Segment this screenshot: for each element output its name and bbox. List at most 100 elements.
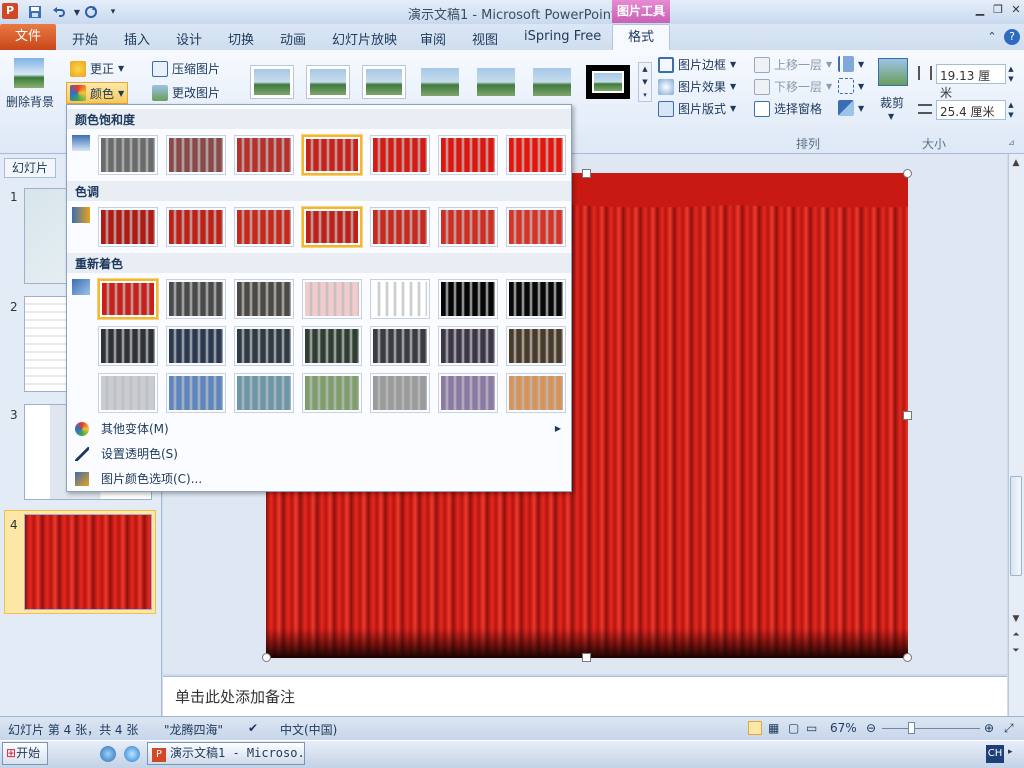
picture-style-5[interactable] — [474, 65, 518, 99]
crop-button[interactable]: 裁剪 — [880, 94, 904, 111]
restore-icon[interactable]: ❐ — [990, 3, 1006, 17]
tray-arrow-icon[interactable]: ▸ — [1008, 747, 1020, 761]
resize-handle-top-right[interactable] — [903, 169, 912, 178]
recolor-row2-swatch-7[interactable] — [506, 326, 566, 366]
width-input[interactable]: 25.4 厘米 — [936, 100, 1006, 120]
recolor-row2-swatch-4[interactable] — [302, 326, 362, 366]
recolor-row1-swatch-5[interactable] — [370, 279, 430, 319]
selection-pane-button[interactable]: 选择窗格 — [754, 100, 822, 117]
start-button[interactable]: ⊞开始 — [2, 742, 48, 765]
tab-format[interactable]: 格式 — [612, 24, 670, 51]
height-spinner[interactable]: ▲ ▼ — [1004, 64, 1018, 84]
recolor-row3-swatch-7[interactable] — [506, 373, 566, 413]
close-icon[interactable]: ✕ — [1008, 3, 1024, 17]
recolor-row2-swatch-3[interactable] — [234, 326, 294, 366]
tab-animations[interactable]: 动画 — [280, 29, 306, 48]
recolor-row1-swatch-3[interactable] — [234, 279, 294, 319]
saturation-swatch-2[interactable] — [166, 135, 226, 175]
crop-dropdown-icon[interactable]: ▼ — [888, 112, 894, 121]
color-button[interactable]: 颜色 ▼ — [66, 82, 129, 104]
recolor-row1-swatch-6[interactable] — [438, 279, 498, 319]
recolor-row3-swatch-6[interactable] — [438, 373, 498, 413]
desktop-icon[interactable] — [100, 746, 116, 762]
ime-indicator[interactable]: CH — [986, 745, 1004, 763]
spellcheck-icon[interactable]: ✔ — [248, 721, 258, 735]
width-spinner[interactable]: ▲ ▼ — [1004, 100, 1018, 120]
tab-design[interactable]: 设计 — [176, 29, 202, 48]
recolor-row3-swatch-1[interactable] — [98, 373, 158, 413]
recolor-row2-swatch-1[interactable] — [98, 326, 158, 366]
zoom-out-icon[interactable]: ⊖ — [866, 721, 876, 735]
picture-border-button[interactable]: 图片边框 ▼ — [658, 56, 736, 73]
picture-style-4[interactable] — [418, 65, 462, 99]
picture-color-options-menu-item[interactable]: 图片颜色选项(C)... — [67, 468, 571, 490]
slideshow-view-icon[interactable]: ▭ — [806, 721, 817, 735]
tone-swatch-3[interactable] — [234, 207, 294, 247]
saturation-swatch-7[interactable] — [506, 135, 566, 175]
align-button[interactable]: ▼ — [838, 56, 864, 72]
set-transparent-color-menu-item[interactable]: 设置透明色(S) — [67, 443, 571, 465]
tone-swatch-4[interactable] — [302, 207, 362, 247]
picture-layout-button[interactable]: 图片版式 ▼ — [658, 100, 736, 117]
zoom-in-icon[interactable]: ⊕ — [984, 721, 994, 735]
saturation-swatch-6[interactable] — [438, 135, 498, 175]
notes-pane[interactable]: 单击此处添加备注 — [163, 676, 1007, 716]
tab-view[interactable]: 视图 — [472, 29, 498, 48]
zoom-slider-thumb[interactable] — [908, 722, 915, 734]
resize-handle-bottom-left[interactable] — [262, 653, 271, 662]
scrollbar-thumb[interactable] — [1010, 476, 1022, 576]
taskbar-item-powerpoint[interactable]: P 演示文稿1 - Microso... — [147, 742, 305, 765]
picture-style-7[interactable] — [586, 65, 630, 99]
recolor-row2-swatch-5[interactable] — [370, 326, 430, 366]
tone-swatch-5[interactable] — [370, 207, 430, 247]
tab-slideshow[interactable]: 幻灯片放映 — [332, 29, 397, 48]
saturation-swatch-3[interactable] — [234, 135, 294, 175]
fit-to-window-icon[interactable]: ⤢ — [1004, 721, 1014, 736]
scroll-up-icon[interactable]: ▲ — [1009, 158, 1023, 172]
recolor-row1-swatch-2[interactable] — [166, 279, 226, 319]
recolor-row1-swatch-7[interactable] — [506, 279, 566, 319]
scroll-down-icon[interactable]: ▼ — [1009, 614, 1023, 628]
slide-thumbnail-4[interactable] — [24, 514, 152, 610]
remove-background-icon[interactable] — [14, 58, 44, 88]
tab-transitions[interactable]: 切换 — [228, 29, 254, 48]
remove-background-button[interactable]: 删除背景 — [6, 93, 54, 110]
next-slide-icon[interactable]: ⏷ — [1009, 646, 1023, 660]
resize-handle-bottom-right[interactable] — [903, 653, 912, 662]
tone-swatch-1[interactable] — [98, 207, 158, 247]
compress-pictures-button[interactable]: 压缩图片 — [152, 60, 220, 77]
minimize-icon[interactable]: ▁ — [972, 3, 988, 17]
tone-swatch-6[interactable] — [438, 207, 498, 247]
corrections-button[interactable]: 更正 ▼ — [70, 60, 124, 77]
tab-review[interactable]: 审阅 — [420, 29, 446, 48]
recolor-row3-swatch-4[interactable] — [302, 373, 362, 413]
recolor-row2-swatch-2[interactable] — [166, 326, 226, 366]
bring-forward-button[interactable]: 上移一层 ▼ — [754, 56, 832, 73]
tone-swatch-7[interactable] — [506, 207, 566, 247]
slide-sorter-icon[interactable]: ▦ — [768, 721, 779, 735]
normal-view-icon[interactable] — [748, 721, 762, 735]
tab-slides[interactable]: 幻灯片 — [4, 158, 56, 178]
reading-view-icon[interactable]: ▢ — [788, 721, 799, 735]
tab-insert[interactable]: 插入 — [124, 29, 150, 48]
picture-style-2[interactable] — [306, 65, 350, 99]
picture-effects-button[interactable]: 图片效果 ▼ — [658, 78, 736, 95]
help-icon[interactable]: ? — [1004, 29, 1020, 45]
picture-style-1[interactable] — [250, 65, 294, 99]
size-dialog-launcher-icon[interactable]: ⊿ — [1008, 138, 1015, 147]
group-button[interactable]: ▼ — [838, 78, 864, 94]
recolor-row3-swatch-3[interactable] — [234, 373, 294, 413]
language-indicator[interactable]: 中文(中国) — [280, 721, 337, 738]
zoom-level[interactable]: 67% — [830, 721, 857, 735]
internet-explorer-icon[interactable] — [124, 746, 140, 762]
zoom-slider[interactable] — [882, 728, 980, 729]
change-picture-button[interactable]: 更改图片 — [152, 84, 220, 101]
tab-home[interactable]: 开始 — [72, 29, 98, 48]
collapse-ribbon-icon[interactable]: ⌃ — [984, 29, 1000, 45]
recolor-row2-swatch-6[interactable] — [438, 326, 498, 366]
resize-handle-right[interactable] — [903, 411, 912, 420]
height-input[interactable]: 19.13 厘米 — [936, 64, 1006, 100]
crop-icon[interactable] — [878, 58, 908, 86]
tone-swatch-2[interactable] — [166, 207, 226, 247]
recolor-row1-swatch-1[interactable] — [98, 279, 158, 319]
